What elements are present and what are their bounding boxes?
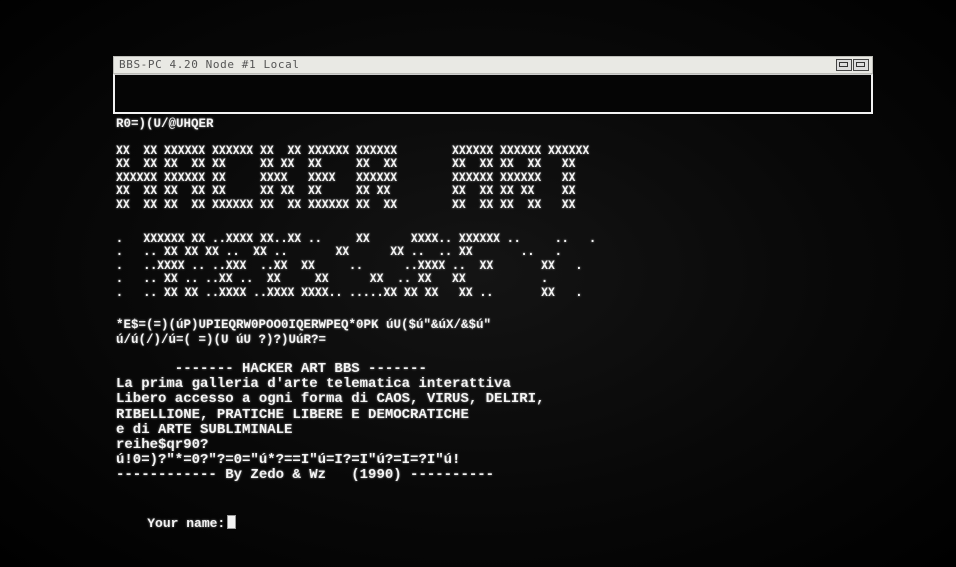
info-line: RIBELLIONE, PRATICHE LIBERE E DEMOCRATIC… xyxy=(116,406,469,423)
banner-row: . .. XX .. ..XX .. XX XX XX .. XX XX . xyxy=(116,271,549,286)
banner-row: XX XX XXXXXX XXXXXX XX XX XXXXXX XXXXXX … xyxy=(116,143,590,157)
info-line: ------------ By Zedo & Wz (1990) -------… xyxy=(116,467,495,484)
info-line: reihe$qr90? xyxy=(116,437,209,454)
banner-row: XX XX XX XX XXXXXX XX XX XXXXXX XX XX XX… xyxy=(116,196,576,211)
info-block: ------- HACKER ART BBS ------- La prima … xyxy=(116,361,545,484)
banner-row: XXXXXX XXXXXX XX XXXX XXXX XXXXXX XXXXXX… xyxy=(116,169,576,184)
first-line: R0=)(U/@UHQER xyxy=(116,117,214,131)
banner-row: . .. XX XX ..XXXX ..XXXX XXXX.. .....XX … xyxy=(116,284,583,299)
window-title: BBS-PC 4.20 Node #1 Local xyxy=(119,58,300,71)
name-prompt[interactable]: Your name: xyxy=(116,500,237,546)
info-line: ------- HACKER ART BBS ------- xyxy=(116,361,427,377)
name-prompt-label: Your name: xyxy=(147,516,226,531)
title-bar: BBS-PC 4.20 Node #1 Local xyxy=(113,56,873,74)
hacker-art-banner: XX XX XXXXXX XXXXXX XX XX XXXXXX XXXXXX … xyxy=(116,143,590,211)
banner-row: XX XX XX XX XX XX XX XX XX XX XX XX XX X… xyxy=(116,156,576,171)
noise-line: *E$=(=)(úP)UPIEQRW0POO0IQERWPEQ*0PK úU($… xyxy=(116,318,492,332)
info-line: La prima galleria d'arte telematica inte… xyxy=(116,376,511,393)
banner-row: . XXXXXX XX ..XXXX XX..XX .. XX XXXX.. X… xyxy=(116,231,597,245)
banner-row: XX XX XX XX XX XX XX XX XX XX XX XX XX X… xyxy=(116,183,576,198)
subliminal-banner: . XXXXXX XX ..XXXX XX..XX .. XX XXXX.. X… xyxy=(116,231,597,299)
info-line: e di ARTE SUBLIMINALE xyxy=(116,421,293,438)
info-line: Libero accesso a ogni forma di CAOS, VIR… xyxy=(116,391,545,408)
banner-row: . ..XXXX .. ..XXX ..XX XX .. ..XXXX .. X… xyxy=(116,257,583,272)
text-cursor[interactable] xyxy=(227,515,237,529)
maximize-icon[interactable] xyxy=(853,59,869,71)
banner-row: . .. XX XX XX .. XX .. XX XX .. .. XX ..… xyxy=(116,244,562,259)
monitor-screen: BBS-PC 4.20 Node #1 Local R0=)(U/@UHQER … xyxy=(0,0,956,567)
minimize-icon[interactable] xyxy=(836,59,852,71)
info-line: ú!0=)?"*=0?"?=0="ú*?==I"ú=I?=I"ú?=I=?I"ú… xyxy=(116,452,461,469)
window-input-area xyxy=(113,74,873,114)
noise-line: ú/ú(/)/ú=( =)(U úU ?)?)UúR?= xyxy=(116,333,327,347)
